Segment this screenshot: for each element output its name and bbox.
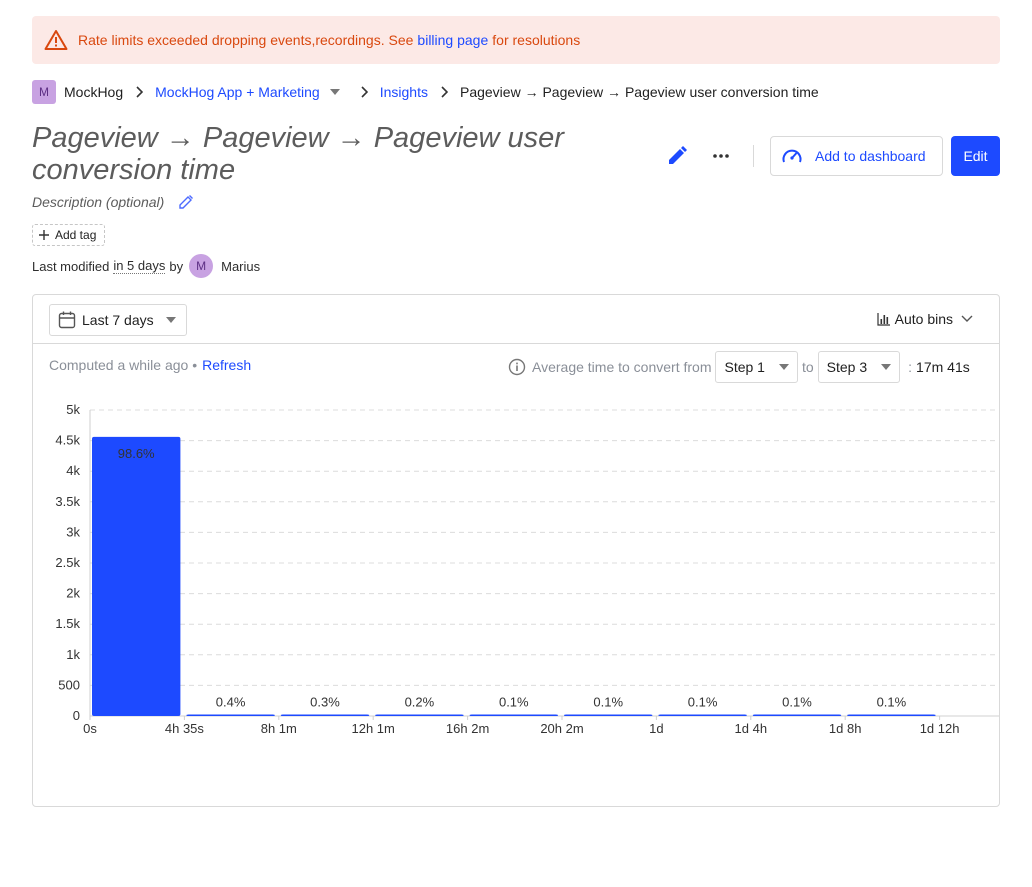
histogram-bar (280, 714, 370, 716)
x-tick-label: 20h 2m (540, 721, 583, 736)
x-tick-label: 0s (83, 721, 97, 736)
modified-prefix: Last modified (32, 258, 110, 274)
y-tick-label: 1k (66, 647, 80, 662)
y-tick-label: 500 (58, 677, 80, 692)
chevron-right-icon (135, 86, 144, 98)
modified-by: by (169, 258, 184, 274)
breadcrumb-insights[interactable]: Insights (380, 84, 428, 100)
breadcrumb-org[interactable]: MockHog (64, 84, 123, 100)
conversion-histogram: 0 500 1k 1.5k 2k 2.5k 3k 3.5k 4k 4.5k 5k 98.6% 0.4% 0… (55, 402, 999, 736)
description-field[interactable]: Description (optional) (32, 194, 194, 210)
chevron-right-icon (440, 86, 448, 98)
bar-data-label: 0.1% (499, 695, 529, 710)
y-tick-label: 4.5k (55, 433, 80, 448)
x-tick-label: 8h 1m (261, 721, 297, 736)
histogram-bar (186, 714, 275, 716)
breadcrumb-current: Pageview → Pageview → Pageview user conv… (459, 84, 819, 100)
histogram-bar (847, 714, 936, 716)
bar-data-label: 0.2% (405, 695, 435, 710)
modified-user: Marius (221, 258, 261, 274)
add-to-dashboard-label: Add to dashboard (815, 148, 926, 164)
last-modified: Last modified in 5 days by M Marius (32, 254, 260, 278)
warning-icon (44, 30, 68, 50)
rate-limit-banner: Rate limits exceeded dropping events,rec… (32, 16, 1000, 64)
breadcrumb: M MockHog MockHog App + Marketing Insigh… (32, 80, 819, 104)
modified-when: in 5 days (113, 258, 166, 274)
y-tick-label: 4k (66, 463, 80, 478)
org-avatar: M (32, 80, 56, 104)
breadcrumb-project[interactable]: MockHog App + Marketing (155, 84, 320, 100)
billing-page-link[interactable]: billing page (417, 32, 488, 48)
x-tick-label: 4h 35s (165, 721, 205, 736)
bar-data-label: 0.1% (688, 695, 718, 710)
edit-description-icon[interactable] (178, 194, 194, 210)
bar-data-label: 98.6% (118, 446, 155, 461)
y-tick-label: 5k (66, 402, 80, 417)
histogram-bar (92, 436, 181, 716)
histogram-bar (658, 714, 747, 716)
insight-card: Last 7 days Auto bins Computed a while a… (32, 294, 1000, 807)
edit-button[interactable]: Edit (951, 136, 1000, 176)
banner-text-end: for resolutions (492, 32, 581, 48)
add-to-dashboard-button[interactable]: Add to dashboard (770, 136, 943, 176)
x-tick-label: 1d 8h (829, 721, 862, 736)
y-tick-label: 1.5k (55, 616, 80, 631)
x-tick-label: 1d 12h (920, 721, 960, 736)
histogram-bar (752, 714, 842, 716)
more-options-icon[interactable] (709, 145, 733, 172)
bar-data-label: 0.4% (216, 695, 246, 710)
add-tag-label: Add tag (55, 228, 97, 242)
histogram-bar (469, 714, 558, 716)
x-tick-label: 12h 1m (352, 721, 395, 736)
bar-data-label: 0.1% (782, 695, 812, 710)
y-tick-label: 2.5k (55, 555, 80, 570)
banner-text: Rate limits exceeded dropping events,rec… (78, 32, 414, 48)
y-tick-label: 3.5k (55, 494, 80, 509)
y-tick-label: 2k (66, 586, 80, 601)
x-tick-label: 1d (649, 721, 663, 736)
divider (753, 145, 754, 167)
caret-down-icon[interactable] (329, 89, 340, 95)
avatar: M (189, 254, 214, 278)
histogram-bar (375, 714, 464, 716)
description-placeholder: Description (optional) (32, 194, 165, 210)
y-tick-label: 0 (73, 708, 80, 723)
x-tick-label: 1d 4h (735, 721, 768, 736)
bar-data-label: 0.1% (877, 695, 907, 710)
dashboard-gauge-icon (782, 149, 802, 163)
edit-title-icon[interactable] (666, 145, 688, 172)
page-title[interactable]: Pageview → Pageview → Pageview user conv… (32, 122, 652, 186)
bar-data-label: 0.3% (310, 695, 340, 710)
y-tick-label: 3k (66, 524, 80, 539)
chevron-right-icon (360, 86, 368, 98)
x-tick-label: 16h 2m (446, 721, 489, 736)
add-tag-button[interactable]: Add tag (32, 224, 106, 246)
bar-data-label: 0.1% (593, 695, 623, 710)
plus-icon (39, 230, 49, 240)
histogram-bar (564, 714, 653, 716)
